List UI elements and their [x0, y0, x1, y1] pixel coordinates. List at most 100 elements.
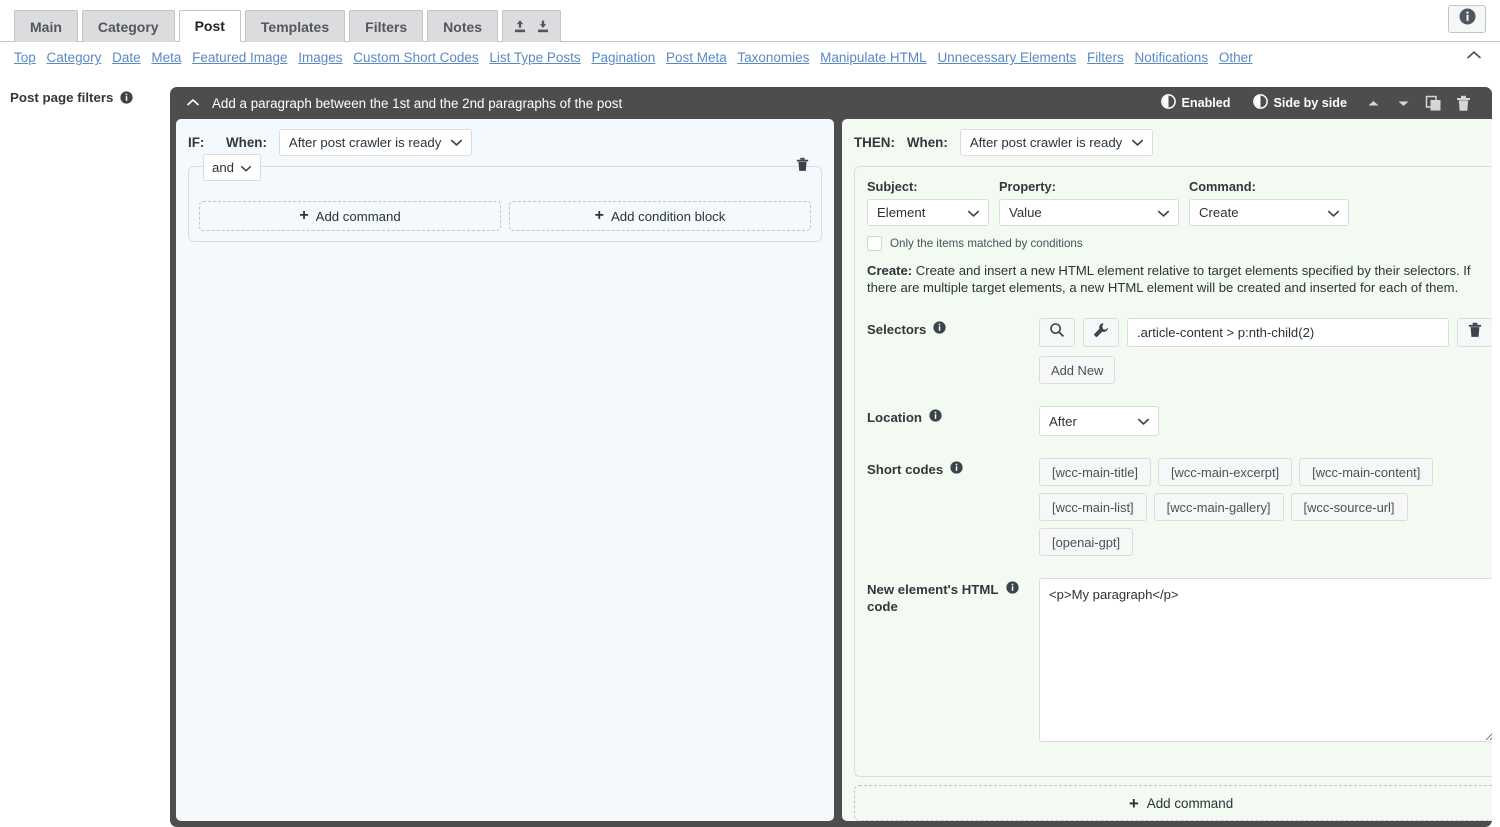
info-icon[interactable]	[950, 461, 963, 474]
selector-delete-button[interactable]	[1457, 318, 1492, 347]
selector-wrench-button[interactable]	[1083, 318, 1119, 347]
short-codes-body: [wcc-main-title] [wcc-main-excerpt] [wcc…	[1039, 458, 1492, 556]
html-code-textarea[interactable]: <p>My paragraph</p>	[1039, 578, 1492, 742]
only-matched-checkbox[interactable]	[867, 236, 882, 251]
section-subnav: Top Category Date Meta Featured Image Im…	[0, 42, 1500, 75]
subnav-link-unnecessary-elements[interactable]: Unnecessary Elements	[937, 50, 1076, 65]
side-by-side-toggle[interactable]: Side by side	[1242, 94, 1359, 112]
tab-category[interactable]: Category	[81, 10, 175, 42]
toggle-on-icon	[1252, 94, 1268, 112]
chevron-down-icon	[450, 135, 463, 150]
caret-up-icon[interactable]	[1358, 90, 1388, 116]
filter-card: Add a paragraph between the 1st and the …	[170, 87, 1492, 827]
chevron-down-icon	[240, 160, 252, 175]
subnav-link-taxonomies[interactable]: Taxonomies	[737, 50, 809, 65]
subnav-link-pagination[interactable]: Pagination	[591, 50, 655, 65]
subnav-link-category[interactable]: Category	[47, 50, 102, 65]
plus-icon: +	[594, 207, 604, 224]
wrench-icon	[1093, 322, 1109, 343]
then-add-command-button[interactable]: + Add command	[854, 785, 1492, 821]
enabled-toggle[interactable]: Enabled	[1150, 94, 1242, 112]
subnav-link-post-meta[interactable]: Post Meta	[666, 50, 727, 65]
subnav-link-manipulate-html[interactable]: Manipulate HTML	[820, 50, 927, 65]
side-by-side-label: Side by side	[1273, 96, 1348, 110]
info-icon[interactable]	[1006, 581, 1019, 594]
subnav-link-date[interactable]: Date	[112, 50, 141, 65]
condition-operator-value: and	[212, 160, 235, 175]
tab-label: Post	[194, 18, 225, 34]
location-select[interactable]: After	[1039, 406, 1159, 436]
then-when-row: THEN: When: After post crawler is ready	[854, 128, 1492, 156]
add-condition-block-button[interactable]: + Add condition block	[509, 201, 811, 231]
subnav-link-custom-short-codes[interactable]: Custom Short Codes	[353, 50, 478, 65]
short-code-chip[interactable]: [wcc-source-url]	[1290, 493, 1408, 521]
filter-title: Add a paragraph between the 1st and the …	[212, 95, 623, 111]
short-code-chip[interactable]: [wcc-main-content]	[1299, 458, 1434, 486]
then-when-select[interactable]: After post crawler is ready	[959, 128, 1154, 156]
selector-search-button[interactable]	[1039, 318, 1075, 347]
location-value: After	[1049, 413, 1077, 429]
command-select[interactable]: Create	[1189, 199, 1349, 226]
info-icon[interactable]	[120, 91, 134, 104]
selector-input[interactable]: .article-content > p:nth-child(2)	[1127, 318, 1449, 347]
add-command-button[interactable]: + Add command	[199, 201, 501, 231]
short-code-chip[interactable]: [wcc-main-list]	[1039, 493, 1147, 521]
plus-icon: +	[1128, 793, 1139, 813]
subject-select[interactable]: Element	[867, 199, 989, 226]
info-icon	[1459, 8, 1476, 30]
short-code-chip[interactable]: [wcc-main-gallery]	[1153, 493, 1284, 521]
subnav-link-images[interactable]: Images	[298, 50, 342, 65]
filter-toolbar: Enabled Side by side	[1150, 90, 1479, 116]
add-new-label: Add New	[1051, 362, 1104, 378]
info-icon[interactable]	[933, 321, 947, 334]
tab-filters[interactable]: Filters	[349, 10, 424, 42]
short-code-chip[interactable]: [openai-gpt]	[1039, 528, 1134, 556]
subnav-link-list-type-posts[interactable]: List Type Posts	[489, 50, 580, 65]
post-page-filters-label: Post page filters	[10, 87, 170, 105]
tab-templates[interactable]: Templates	[244, 10, 346, 42]
condition-operator-select[interactable]: and	[203, 154, 262, 181]
command-field: Command: Create	[1189, 179, 1349, 226]
tab-main[interactable]: Main	[14, 10, 78, 42]
if-when-value: After post crawler is ready	[288, 134, 442, 150]
tab-label: Main	[30, 18, 62, 35]
chevron-down-icon	[967, 205, 980, 220]
subnav-link-other[interactable]: Other	[1219, 50, 1253, 65]
magnifier-icon	[1049, 322, 1065, 343]
only-matched-label: Only the items matched by conditions	[890, 237, 1083, 250]
chevron-up-icon[interactable]	[180, 98, 206, 108]
info-icon[interactable]	[929, 409, 942, 422]
selectors-row: Selectors .article-content > p:nth-child…	[867, 318, 1492, 384]
header-info-button[interactable]	[1448, 5, 1486, 33]
subject-property-command-row: Subject: Element Property: Value Command…	[867, 179, 1492, 226]
subnav-link-featured-image[interactable]: Featured Image	[192, 50, 287, 65]
command-card: Subject: Element Property: Value Command…	[854, 166, 1492, 777]
html-code-label: New element's HTML code	[867, 582, 999, 614]
tab-notes[interactable]: Notes	[427, 10, 499, 42]
then-add-command-label: Add command	[1146, 795, 1234, 811]
subnav-link-top[interactable]: Top	[14, 50, 36, 65]
if-when-select[interactable]: After post crawler is ready	[278, 128, 473, 156]
subnav-link-meta[interactable]: Meta	[151, 50, 181, 65]
download-icon[interactable]	[536, 19, 550, 34]
short-code-chip[interactable]: [wcc-main-excerpt]	[1157, 458, 1293, 486]
subnav-link-notifications[interactable]: Notifications	[1135, 50, 1209, 65]
tab-import-export[interactable]	[502, 10, 562, 42]
condition-block-delete-button[interactable]	[796, 157, 809, 177]
then-when-value: After post crawler is ready	[969, 134, 1123, 150]
duplicate-icon[interactable]	[1418, 90, 1448, 116]
location-row: Location After	[867, 406, 1492, 436]
chevron-up-icon[interactable]	[1466, 48, 1482, 66]
selectors-label-wrap: Selectors	[867, 318, 1039, 384]
subnav-link-filters[interactable]: Filters	[1087, 50, 1124, 65]
upload-icon[interactable]	[513, 19, 527, 34]
short-code-chip[interactable]: [wcc-main-title]	[1039, 458, 1151, 486]
tab-post[interactable]: Post	[178, 10, 241, 42]
filter-columns: IF: When: After post crawler is ready an…	[176, 119, 1492, 821]
selector-add-new-button[interactable]: Add New	[1039, 356, 1116, 384]
location-body: After	[1039, 406, 1492, 436]
trash-icon[interactable]	[1448, 90, 1478, 116]
property-select[interactable]: Value	[999, 199, 1179, 226]
main-tab-bar: Main Category Post Templates Filters Not…	[0, 0, 1500, 42]
caret-down-icon[interactable]	[1388, 90, 1418, 116]
